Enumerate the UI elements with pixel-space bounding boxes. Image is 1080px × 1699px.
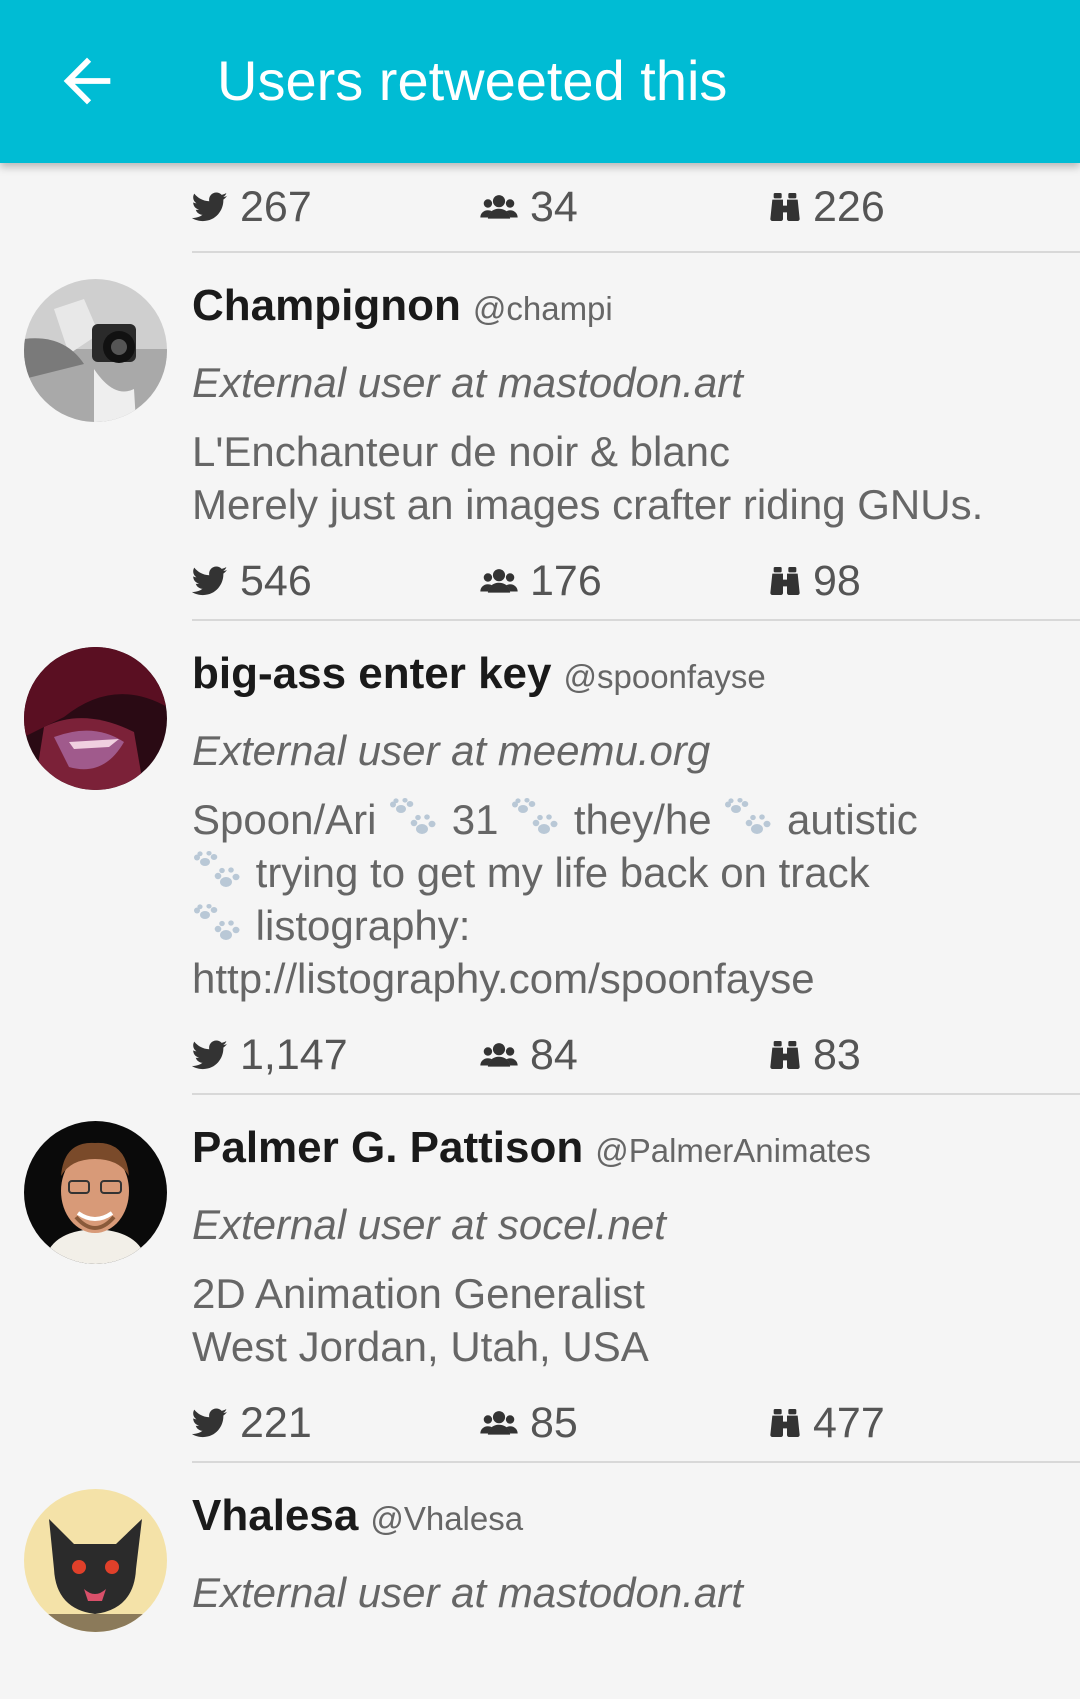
user-bio: Spoon/Ari 31 they/he autistic trying to …	[192, 793, 1056, 1005]
user-origin: External user at socel.net	[192, 1201, 666, 1248]
user-handle: @spoonfayse	[563, 658, 766, 695]
avatar[interactable]	[24, 1489, 167, 1632]
avatar-image	[24, 647, 167, 790]
following-count: 477	[769, 1385, 885, 1461]
twitter-bird-icon	[192, 563, 228, 599]
avatar-image	[24, 1489, 167, 1632]
bio-text: 31	[451, 796, 499, 843]
user-card[interactable]: Champignon @champi External user at mast…	[0, 253, 1080, 619]
following-count-value: 226	[813, 182, 885, 231]
binoculars-icon	[769, 1407, 801, 1439]
followers-group-icon	[480, 567, 518, 595]
following-count: 226	[769, 163, 885, 251]
following-count-value: 83	[813, 1030, 861, 1079]
user-stats: 546 176 98	[192, 543, 1080, 619]
tweet-count: 267	[192, 163, 312, 251]
user-handle: @champi	[472, 290, 613, 327]
twitter-bird-icon	[192, 1405, 228, 1441]
back-button[interactable]	[52, 46, 122, 116]
follower-count-value: 85	[530, 1398, 578, 1447]
tweet-count: 1,147	[192, 1017, 348, 1093]
following-count-value: 98	[813, 556, 861, 605]
user-display-name[interactable]: Vhalesa	[192, 1491, 358, 1541]
app-bar: Users retweeted this	[0, 0, 1080, 163]
tweet-count-value: 546	[240, 556, 312, 605]
tweet-count-value: 267	[240, 182, 312, 231]
follower-count-value: 84	[530, 1030, 578, 1079]
following-count: 83	[769, 1017, 861, 1093]
paw-prints-icon	[723, 798, 775, 840]
user-origin: External user at mastodon.art	[192, 359, 743, 406]
user-stats: 1,147 84 83	[192, 1017, 1080, 1093]
follower-count-value: 34	[530, 182, 578, 231]
user-stats: 221 85 477	[192, 1385, 1080, 1461]
followers-group-icon	[480, 1041, 518, 1069]
paw-prints-icon	[192, 904, 244, 946]
avatar-image	[24, 1121, 167, 1264]
tweet-count: 221	[192, 1385, 312, 1461]
avatar[interactable]	[24, 1121, 167, 1264]
user-display-name[interactable]: big-ass enter key	[192, 649, 552, 699]
avatar-image	[24, 279, 167, 422]
twitter-bird-icon	[192, 189, 228, 225]
following-count: 98	[769, 543, 861, 619]
user-handle: @Vhalesa	[370, 1500, 524, 1537]
bio-text: autistic	[786, 796, 918, 843]
user-origin: External user at mastodon.art	[192, 1569, 743, 1616]
followers-group-icon	[480, 1409, 518, 1437]
paw-prints-icon	[510, 798, 562, 840]
arrow-back-icon	[63, 57, 111, 105]
tweet-count: 546	[192, 543, 312, 619]
paw-prints-icon	[388, 798, 440, 840]
follower-count: 85	[480, 1385, 578, 1461]
user-card[interactable]: Vhalesa @Vhalesa External user at mastod…	[0, 1463, 1080, 1632]
tweet-count-value: 1,147	[240, 1030, 348, 1079]
bio-link[interactable]: listography: http://listography.com/spoo…	[192, 902, 815, 1002]
tweet-count-value: 221	[240, 1398, 312, 1447]
user-bio: L'Enchanteur de noir & blanc Merely just…	[192, 428, 984, 528]
bio-text: Spoon/Ari	[192, 796, 377, 843]
avatar[interactable]	[24, 279, 167, 422]
bio-text: trying to get my life back on track	[255, 849, 870, 896]
user-display-name[interactable]: Palmer G. Pattison	[192, 1123, 583, 1173]
binoculars-icon	[769, 1039, 801, 1071]
follower-count-value: 176	[530, 556, 602, 605]
paw-prints-icon	[192, 851, 244, 893]
bio-text: they/he	[573, 796, 712, 843]
twitter-bird-icon	[192, 1037, 228, 1073]
page-title: Users retweeted this	[217, 49, 728, 112]
follower-count: 84	[480, 1017, 578, 1093]
binoculars-icon	[769, 191, 801, 223]
user-display-name[interactable]: Champignon	[192, 281, 461, 331]
user-card[interactable]: big-ass enter key @spoonfayse External u…	[0, 621, 1080, 1093]
binoculars-icon	[769, 565, 801, 597]
user-handle: @PalmerAnimates	[595, 1132, 871, 1169]
user-stats: 267 34 226	[192, 163, 1080, 251]
followers-group-icon	[480, 193, 518, 221]
following-count-value: 477	[813, 1398, 885, 1447]
user-bio: 2D Animation Generalist West Jordan, Uta…	[192, 1270, 649, 1370]
user-list[interactable]: 267 34 226 Champignon @champi External u…	[0, 163, 1080, 1699]
user-origin: External user at meemu.org	[192, 727, 711, 774]
user-card[interactable]: Palmer G. Pattison @PalmerAnimates Exter…	[0, 1095, 1080, 1461]
follower-count: 176	[480, 543, 602, 619]
follower-count: 34	[480, 163, 578, 251]
avatar[interactable]	[24, 647, 167, 790]
